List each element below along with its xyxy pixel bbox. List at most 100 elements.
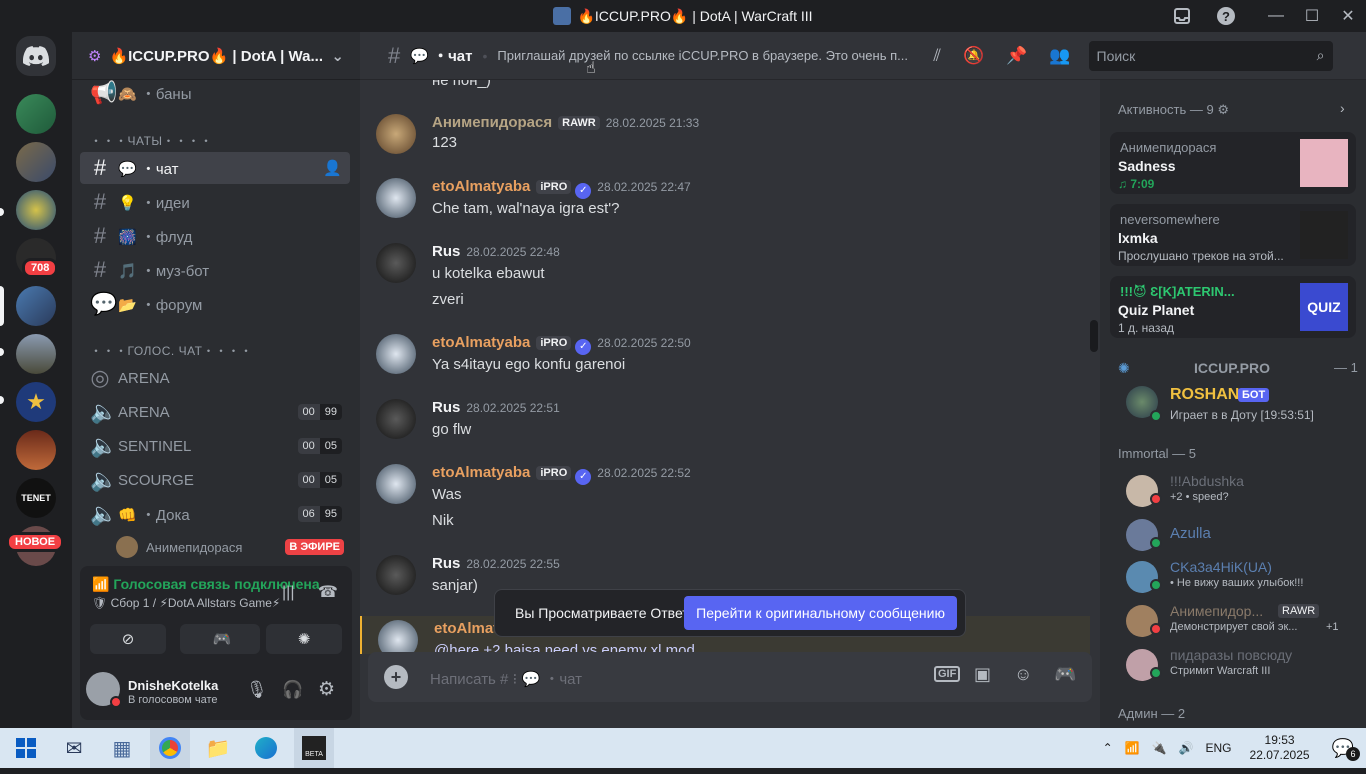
avatar[interactable] xyxy=(376,114,416,154)
jump-to-original-button[interactable]: Перейти к оригинальному сообщению xyxy=(684,596,957,630)
windows-start-icon[interactable] xyxy=(6,728,46,768)
notification-icon[interactable]: 💬 6 xyxy=(1332,738,1360,761)
channel-bans[interactable]: 📢 🙈 ・баны xyxy=(80,77,350,109)
member-item[interactable]: Azulla xyxy=(1110,517,1356,561)
file-explorer-icon[interactable]: 📁 xyxy=(198,728,238,768)
activity-card[interactable]: Анимепидорася Sadness ♫ 7:09 xyxy=(1110,132,1356,194)
announcement-icon: 📢 xyxy=(90,80,118,105)
channel-chat[interactable]: # 💬 ・чат 👤 xyxy=(80,152,350,184)
message-author[interactable]: etoAlmatyaba xyxy=(432,178,530,195)
member-list-icon[interactable]: 👥 xyxy=(1049,46,1070,66)
category-voice[interactable]: ・・・ГОЛОС. ЧАТ・・・・ xyxy=(90,342,252,359)
voice-channel-scourge[interactable]: 🔈 SCOURGE 00 05 xyxy=(80,464,350,496)
avatar[interactable] xyxy=(376,555,416,595)
help-icon[interactable]: ? xyxy=(1208,0,1244,32)
notification-muted-icon[interactable]: 🔕 xyxy=(963,46,984,66)
close-button[interactable]: ✕ xyxy=(1330,0,1366,32)
voice-channel-arena[interactable]: ◎ ARENA xyxy=(80,362,350,394)
volume-icon[interactable]: 🔊 xyxy=(1179,741,1194,755)
battery-icon[interactable]: 🔌 xyxy=(1152,741,1167,755)
message-author[interactable]: Анимепидорася xyxy=(432,114,552,131)
avatar[interactable] xyxy=(376,464,416,504)
avatar[interactable] xyxy=(376,243,416,283)
message-author[interactable]: etoAlmatyaba xyxy=(432,464,530,481)
add-attachment-icon[interactable]: + xyxy=(384,665,408,689)
avatar[interactable] xyxy=(376,399,416,439)
message-author[interactable]: Rus xyxy=(432,243,460,260)
message-author[interactable]: Rus xyxy=(432,555,460,572)
member-item[interactable]: !!!Abdushka +2 • speed? xyxy=(1110,473,1356,517)
gif-icon[interactable]: GIF xyxy=(934,666,961,682)
message-author[interactable]: etoAlmatyaba xyxy=(432,334,530,351)
server-icon[interactable] xyxy=(16,190,56,230)
server-icon[interactable] xyxy=(16,142,56,182)
gamepad-button[interactable]: 🎮 xyxy=(184,624,260,654)
live-badge: В ЭФИРЕ xyxy=(285,539,344,555)
settings-gear-icon[interactable]: ⚙ xyxy=(318,678,335,701)
network-icon[interactable]: 📶 xyxy=(1125,741,1140,755)
emoji-icon[interactable]: ☺ xyxy=(1014,664,1032,685)
add-member-icon[interactable]: 👤 xyxy=(323,159,342,177)
channel-ideas[interactable]: # 💡 ・идеи xyxy=(80,186,350,218)
chevron-right-icon[interactable]: › xyxy=(1340,100,1345,116)
gamepad-icon[interactable]: 🎮 xyxy=(1054,664,1076,685)
home-button[interactable] xyxy=(16,36,56,76)
member-item[interactable]: Анимепидор... RAWR Демонстрирует свой эк… xyxy=(1110,603,1356,647)
channel-topic[interactable]: Приглашай друзей по ссылке iCCUP.PRO в б… xyxy=(497,48,915,63)
server-icon[interactable] xyxy=(16,94,56,134)
gear-icon[interactable]: ⚙ xyxy=(1217,102,1229,117)
clock[interactable]: 19:53 22.07.2025 xyxy=(1250,733,1310,763)
search-input[interactable]: Поиск ⌕ xyxy=(1088,40,1333,71)
maximize-button[interactable]: ☐ xyxy=(1294,0,1330,32)
microphone-icon[interactable]: 🎙 xyxy=(246,680,268,700)
disconnect-icon[interactable]: ☎ xyxy=(318,582,338,602)
chevron-up-icon[interactable]: ⌃ xyxy=(1103,741,1113,755)
pin-icon[interactable]: 📌 xyxy=(1006,46,1027,66)
server-icon[interactable]: ★ xyxy=(16,382,56,422)
noise-suppression-icon[interactable]: ||| xyxy=(282,584,294,602)
category-chats[interactable]: ・・・ЧАТЫ・・・・ xyxy=(90,132,213,149)
channel-forum[interactable]: 💬 📂 ・форум xyxy=(80,288,350,320)
server-icon[interactable] xyxy=(16,430,56,470)
avatar[interactable] xyxy=(376,178,416,218)
title-bar: 🔥ICCUP.PRO🔥 | DotA | WarCraft III xyxy=(0,0,1366,32)
edge-icon[interactable] xyxy=(246,728,286,768)
server-header[interactable]: ⚙ 🔥ICCUP.PRO🔥 | DotA | Wa... ⌄ xyxy=(72,32,360,80)
message-author[interactable]: Rus xyxy=(432,399,460,416)
voice-location[interactable]: 🛡 Сбор 1 / ⚡DotA Allstars Game⚡ xyxy=(92,596,280,610)
sticker-icon[interactable]: ▣ xyxy=(974,664,991,685)
voice-channel-arena[interactable]: 🔈 ARENA 00 99 xyxy=(80,396,350,428)
chrome-icon[interactable] xyxy=(150,728,190,768)
inbox-icon[interactable] xyxy=(1164,0,1200,32)
calculator-icon[interactable]: ▦ xyxy=(102,728,142,768)
message-input[interactable]: + Написать # ⁝ 💬 ・чат GIF ▣ ☺ 🎮 xyxy=(368,652,1092,702)
activity-card[interactable]: !!!😈 Ɛ[K]ATERIN... Quiz Planet 1 д. наза… xyxy=(1110,276,1356,338)
camera-button[interactable]: ⊘ xyxy=(90,624,166,654)
warcraft-icon[interactable]: BETA xyxy=(294,728,334,768)
threads-icon[interactable]: ⫽ xyxy=(933,46,941,66)
voice-user[interactable]: Анимепидорася В ЭФИРЕ xyxy=(80,532,350,562)
language-indicator[interactable]: ENG xyxy=(1206,741,1232,755)
member-item[interactable]: CKa3a4HiK(UA) • Не вижу ваших улыбок!!! xyxy=(1110,559,1356,603)
scrollbar[interactable] xyxy=(1090,320,1098,352)
mail-icon[interactable]: ✉ xyxy=(54,728,94,768)
channel-music[interactable]: # 🎵 ・муз-бот xyxy=(80,254,350,286)
server-icon[interactable] xyxy=(16,334,56,374)
voice-channel-sentinel[interactable]: 🔈 SENTINEL 00 05 xyxy=(80,430,350,462)
speaker-icon: 🔈 xyxy=(90,433,118,458)
avatar[interactable] xyxy=(378,620,418,654)
member-item[interactable]: ROSHAN БОТ Играет в в Доту [19:53:51] xyxy=(1110,384,1356,428)
timestamp: 28.02.2025 22:48 xyxy=(466,245,560,259)
activity-card[interactable]: neversomewhere lxmka Прослушано треков н… xyxy=(1110,204,1356,266)
soundboard-button[interactable]: ✺ xyxy=(266,624,342,654)
verified-icon: ✓ xyxy=(575,183,592,199)
member-item[interactable]: пидаразы повсюду Стримит Warcraft III xyxy=(1110,647,1356,691)
channel-flood[interactable]: # 🎆 ・флуд xyxy=(80,220,350,252)
server-icon[interactable] xyxy=(16,286,56,326)
server-icon[interactable]: TENET xyxy=(16,478,56,518)
minimize-button[interactable]: — xyxy=(1258,0,1294,32)
headphones-icon[interactable]: 🎧 xyxy=(282,680,303,700)
voice-channel-doka[interactable]: 🔈 👊 ・Дока 06 95 xyxy=(80,498,350,530)
avatar[interactable] xyxy=(376,334,416,374)
user-count: 00 05 xyxy=(297,472,342,488)
